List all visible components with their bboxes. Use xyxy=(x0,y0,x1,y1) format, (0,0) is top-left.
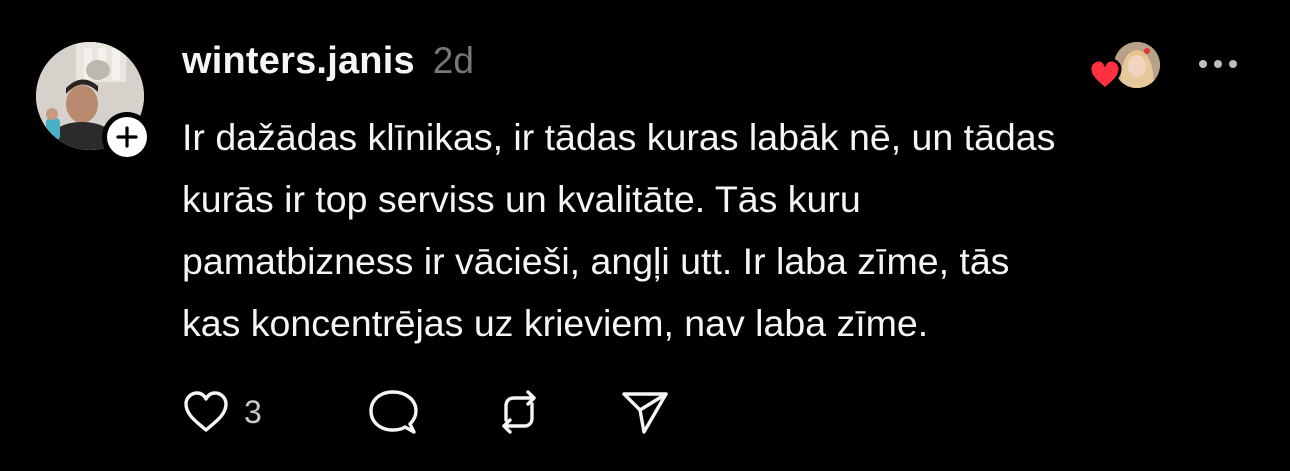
like-count: 3 xyxy=(244,393,262,430)
heart-icon xyxy=(1088,58,1122,91)
comment-icon xyxy=(369,390,418,434)
like-button[interactable]: 3 xyxy=(182,384,300,440)
username[interactable]: winters.janis xyxy=(182,40,415,83)
liked-by-indicator[interactable] xyxy=(1086,40,1162,92)
timestamp: 2d xyxy=(432,40,474,81)
more-options-button[interactable] xyxy=(1192,46,1244,82)
post-body-line: Ir dažādas klīnikas, ir tādas kuras labā… xyxy=(182,116,1056,158)
post-body: Ir dažādas klīnikas, ir tādas kuras labā… xyxy=(182,106,1262,354)
repost-icon xyxy=(502,390,536,434)
post-body-line: pamatbizness ir vācieši, angļi utt. Ir l… xyxy=(182,240,1010,282)
share-button[interactable] xyxy=(582,384,708,440)
thread-post: winters.janis 2d Ir dažādas klīnikas, ir… xyxy=(0,0,1290,471)
post-body-line: kas koncentrējas uz krieviem, nav laba z… xyxy=(182,302,929,344)
post-body-line: kurās ir top serviss un kvalitāte. Tās k… xyxy=(182,178,861,220)
repost-button[interactable] xyxy=(456,384,582,440)
more-horizontal-icon xyxy=(1199,60,1237,68)
post-actions: 3 xyxy=(182,384,708,440)
follow-button[interactable] xyxy=(102,112,152,162)
send-icon xyxy=(622,392,668,434)
author-avatar-container xyxy=(36,42,152,162)
plus-icon xyxy=(116,126,138,148)
heart-outline-icon xyxy=(184,391,228,432)
post-header: winters.janis 2d xyxy=(182,40,474,92)
reply-button[interactable] xyxy=(330,384,456,440)
